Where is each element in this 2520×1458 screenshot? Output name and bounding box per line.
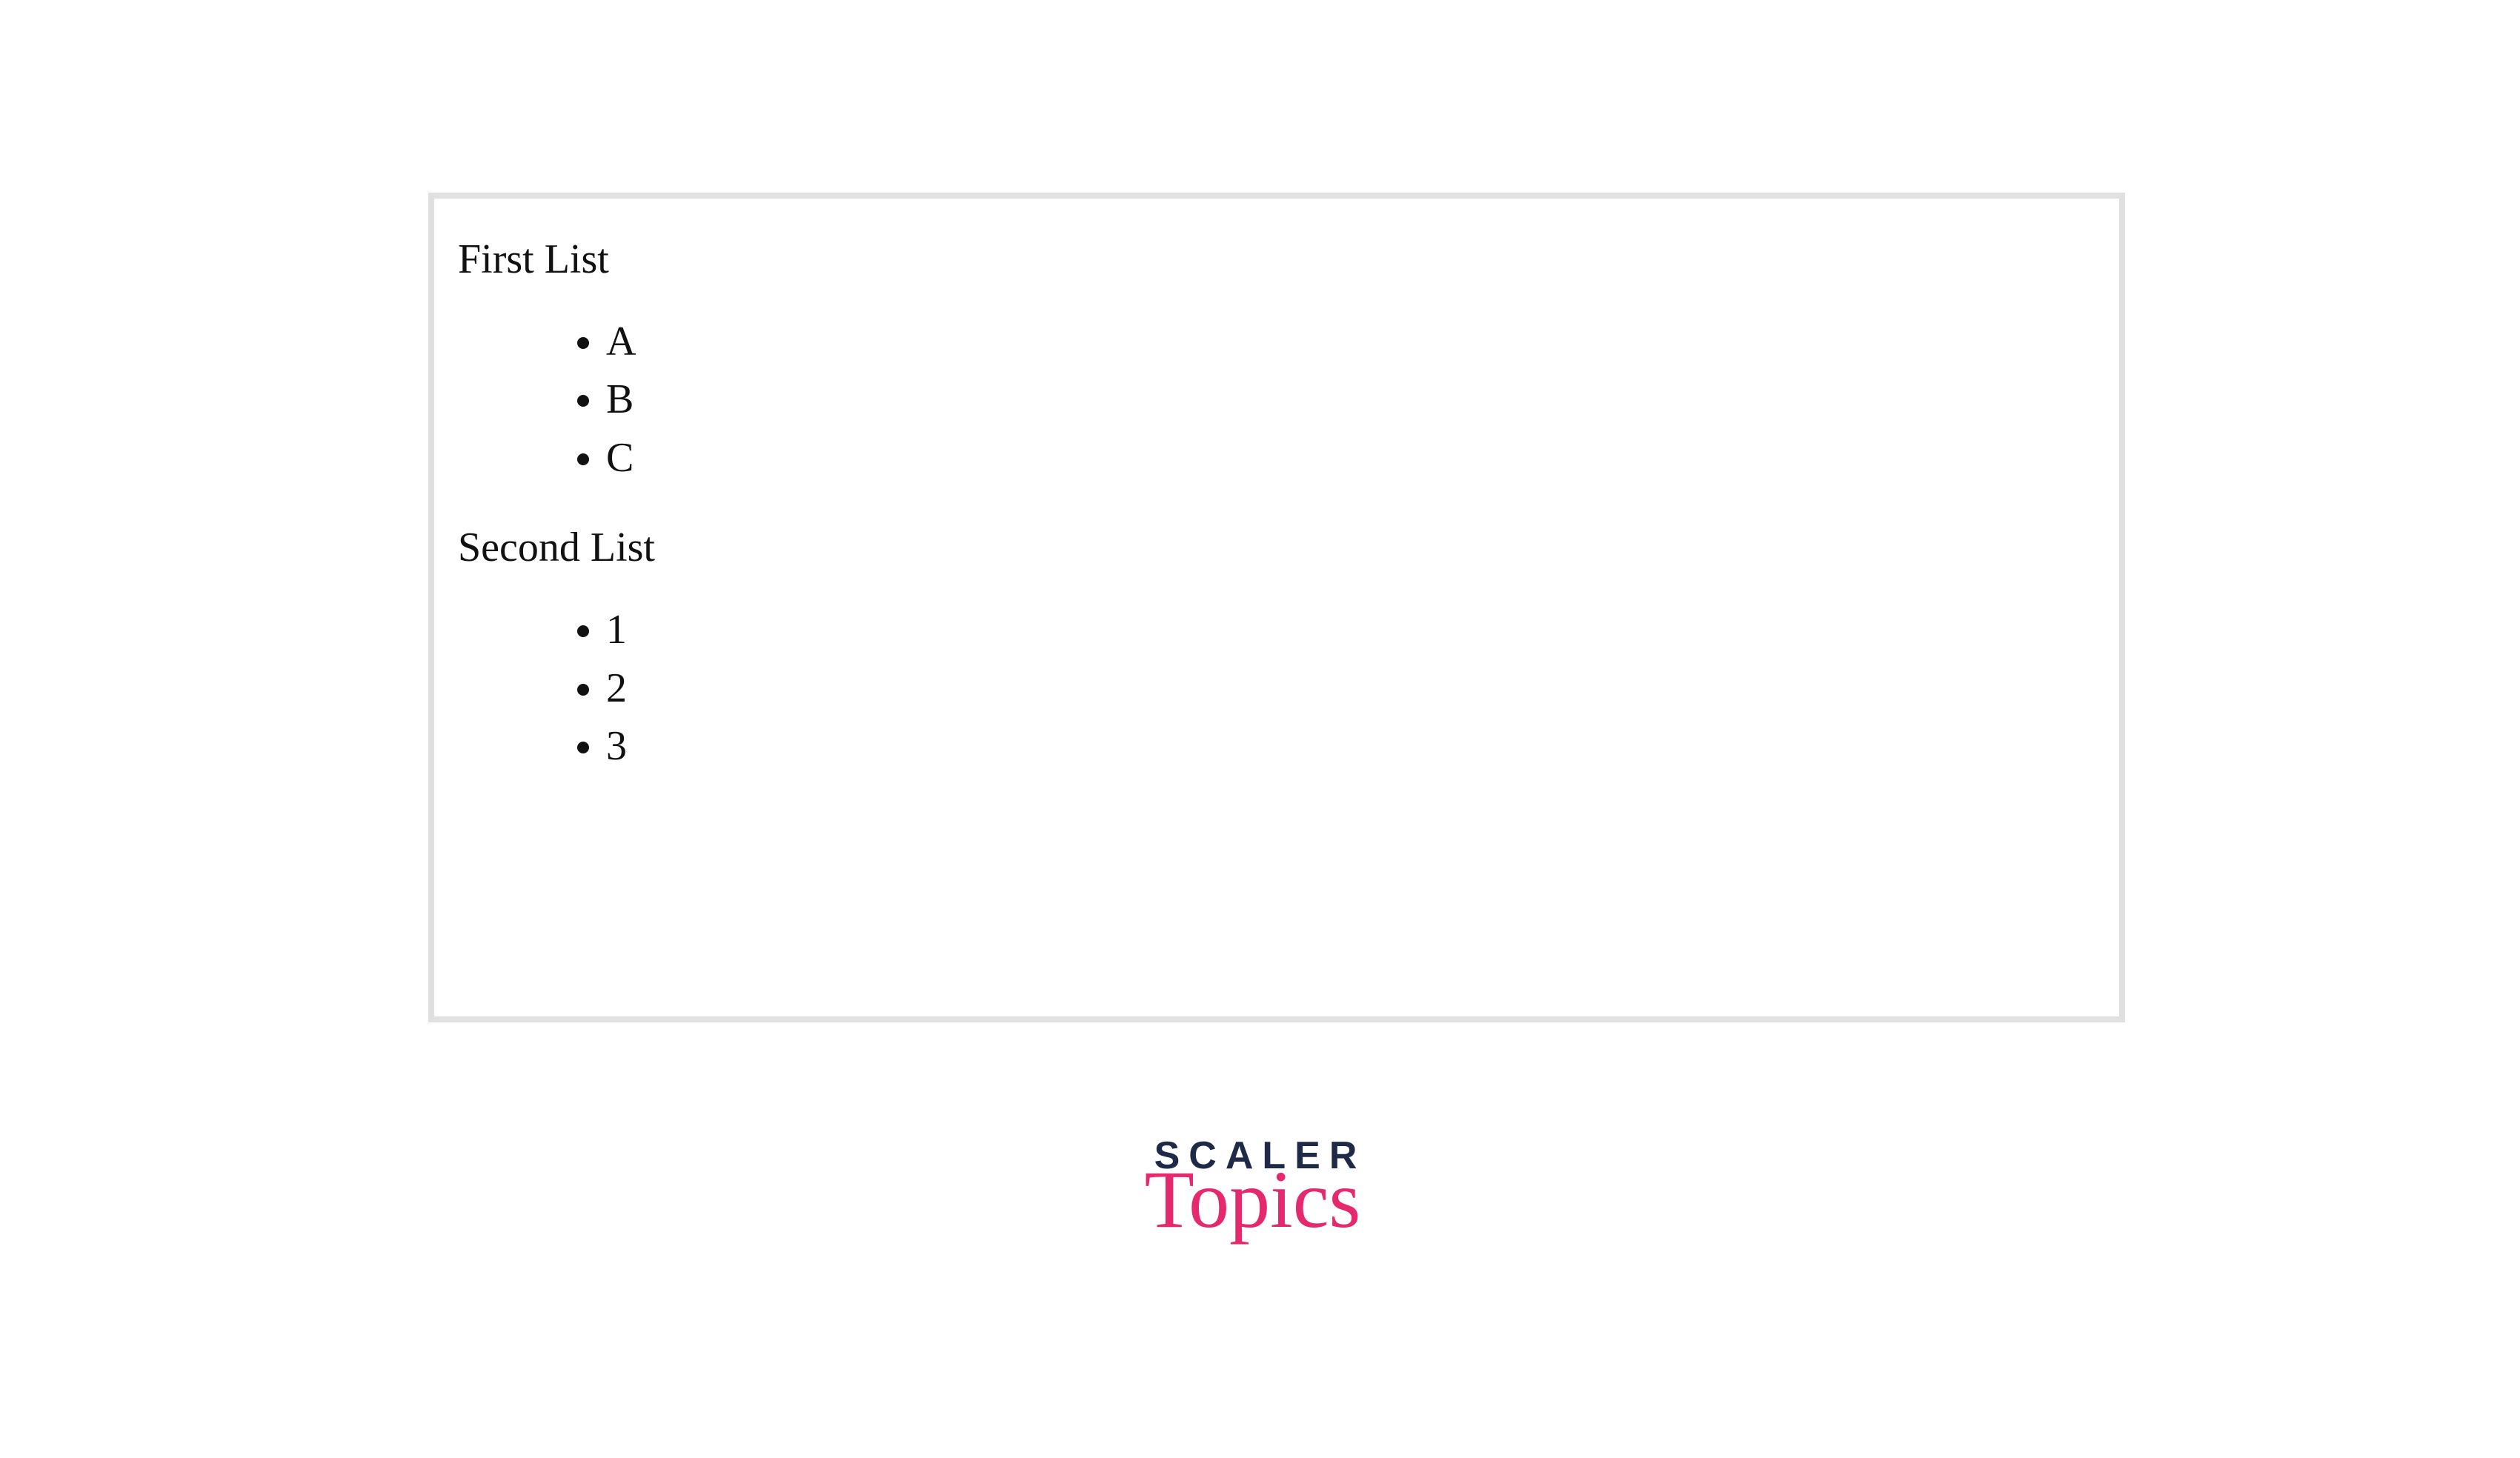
list-item: B [606,370,2095,428]
list-item: 3 [606,717,2095,775]
second-list: 1 2 3 [458,601,2095,775]
logo-subbrand: Topics [1145,1163,1361,1236]
first-list-heading: First List [458,236,2095,283]
content-panel: First List A B C Second List 1 2 3 [428,193,2125,1022]
list-item: 2 [606,659,2095,717]
first-list: A B C [458,313,2095,487]
second-list-heading: Second List [458,524,2095,571]
list-item: A [606,313,2095,370]
scaler-logo: SCALER Topics [1152,1134,1369,1236]
list-item: 1 [606,601,2095,659]
list-item: C [606,429,2095,487]
